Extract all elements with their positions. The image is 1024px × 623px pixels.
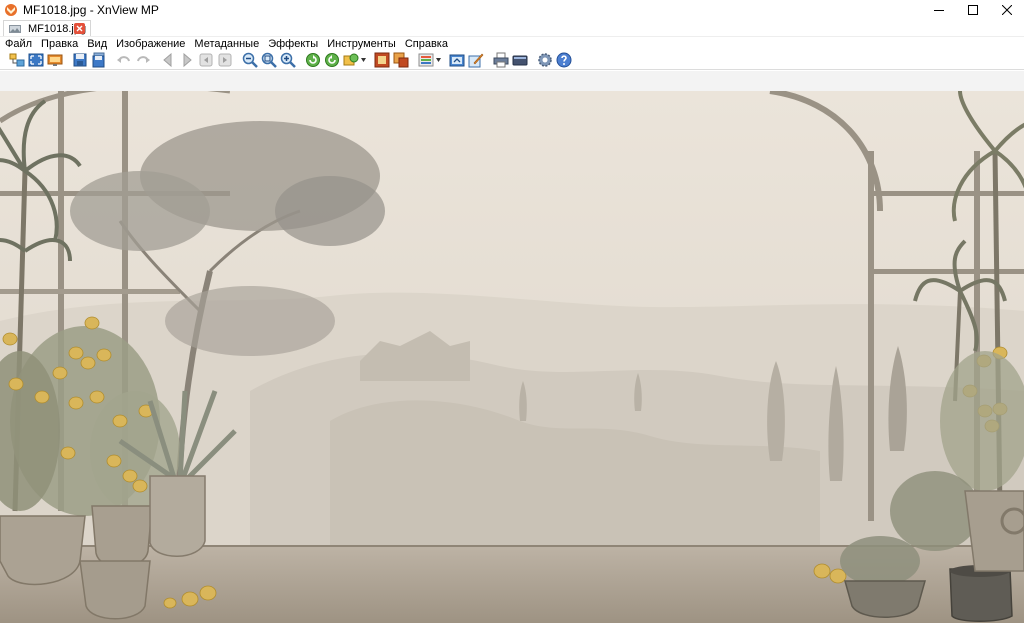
browser-icon xyxy=(9,53,24,66)
resize-icon xyxy=(393,52,408,67)
last-icon xyxy=(218,53,231,66)
close-icon xyxy=(1002,5,1012,15)
rotate-left-button[interactable] xyxy=(303,51,322,69)
tab-close-button[interactable] xyxy=(74,23,85,34)
rotate-right-button[interactable] xyxy=(322,51,341,69)
menu-effects[interactable]: Эффекты xyxy=(263,38,322,50)
save-as-icon xyxy=(92,52,104,67)
zoom-fit-button[interactable] xyxy=(259,51,278,69)
fullscreen-button[interactable] xyxy=(26,51,45,69)
menu-file[interactable]: Файл xyxy=(0,38,36,50)
zoom-in-icon xyxy=(280,52,296,68)
image-file-icon xyxy=(9,24,21,33)
settings-button[interactable] xyxy=(535,51,554,69)
scanner-icon xyxy=(512,55,527,65)
settings-icon xyxy=(537,52,552,67)
close-icon xyxy=(76,25,83,32)
zoom-out-button[interactable] xyxy=(240,51,259,69)
print-icon xyxy=(493,52,508,67)
rotate-right-icon xyxy=(324,52,339,67)
first-button[interactable] xyxy=(196,51,215,69)
menu-metadata[interactable]: Метаданные xyxy=(189,38,263,50)
title-bar: MF1018.jpg - XnView MP xyxy=(0,0,1024,20)
slideshow-button[interactable] xyxy=(45,51,64,69)
undo-button[interactable] xyxy=(114,51,133,69)
chevron-down-icon xyxy=(360,57,366,62)
undo-icon xyxy=(116,55,130,63)
chevron-down-icon xyxy=(435,57,441,62)
next-icon xyxy=(183,52,192,67)
zoom-fit-icon xyxy=(261,52,277,68)
crop-button[interactable] xyxy=(372,51,391,69)
redo-icon xyxy=(136,55,150,63)
transform-button[interactable] xyxy=(341,51,360,69)
image-viewer[interactable] xyxy=(0,91,1024,623)
rotate-left-icon xyxy=(305,52,320,67)
slideshow-icon xyxy=(47,54,62,66)
landscape-image xyxy=(0,91,1024,623)
redo-button[interactable] xyxy=(133,51,152,69)
help-button[interactable] xyxy=(554,51,573,69)
menu-view[interactable]: Вид xyxy=(82,38,111,50)
toolbar-band xyxy=(0,71,1024,91)
scanner-button[interactable] xyxy=(510,51,529,69)
resize-button[interactable] xyxy=(391,51,410,69)
export-button[interactable] xyxy=(447,51,466,69)
toolbar xyxy=(0,50,1024,70)
help-icon xyxy=(556,52,571,67)
last-button[interactable] xyxy=(215,51,234,69)
close-window-button[interactable] xyxy=(990,0,1024,20)
previous-icon xyxy=(162,52,171,67)
menu-image[interactable]: Изображение xyxy=(111,38,189,50)
window-controls xyxy=(922,0,1024,20)
next-button[interactable] xyxy=(177,51,196,69)
fullscreen-icon xyxy=(28,53,43,66)
maximize-button[interactable] xyxy=(956,0,990,20)
xnview-logo-icon xyxy=(5,4,17,16)
maximize-icon xyxy=(968,5,978,15)
first-icon xyxy=(199,53,212,66)
previous-button[interactable] xyxy=(158,51,177,69)
save-icon xyxy=(73,53,86,66)
save-button[interactable] xyxy=(70,51,89,69)
adjust-dropdown[interactable] xyxy=(435,51,441,69)
minimize-icon xyxy=(934,10,944,11)
print-button[interactable] xyxy=(491,51,510,69)
tab-strip: MF1018.jpg xyxy=(0,20,1024,36)
window-title: MF1018.jpg - XnView MP xyxy=(23,3,159,17)
menu-bar: Файл Правка Вид Изображение Метаданные Э… xyxy=(0,36,1024,50)
adjust-button[interactable] xyxy=(416,51,435,69)
transform-icon xyxy=(343,53,358,65)
minimize-button[interactable] xyxy=(922,0,956,20)
transform-dropdown[interactable] xyxy=(360,51,366,69)
crop-icon xyxy=(374,52,389,67)
edit-button[interactable] xyxy=(466,51,485,69)
browser-button[interactable] xyxy=(7,51,26,69)
menu-help[interactable]: Справка xyxy=(400,38,452,50)
menu-edit[interactable]: Правка xyxy=(36,38,82,50)
zoom-in-button[interactable] xyxy=(278,51,297,69)
tab-mf1018[interactable]: MF1018.jpg xyxy=(3,20,91,36)
export-icon xyxy=(449,54,464,66)
menu-tools[interactable]: Инструменты xyxy=(322,38,400,50)
adjust-icon xyxy=(418,53,433,66)
save-as-button[interactable] xyxy=(89,51,108,69)
zoom-out-icon xyxy=(242,52,258,68)
edit-icon xyxy=(468,53,483,67)
